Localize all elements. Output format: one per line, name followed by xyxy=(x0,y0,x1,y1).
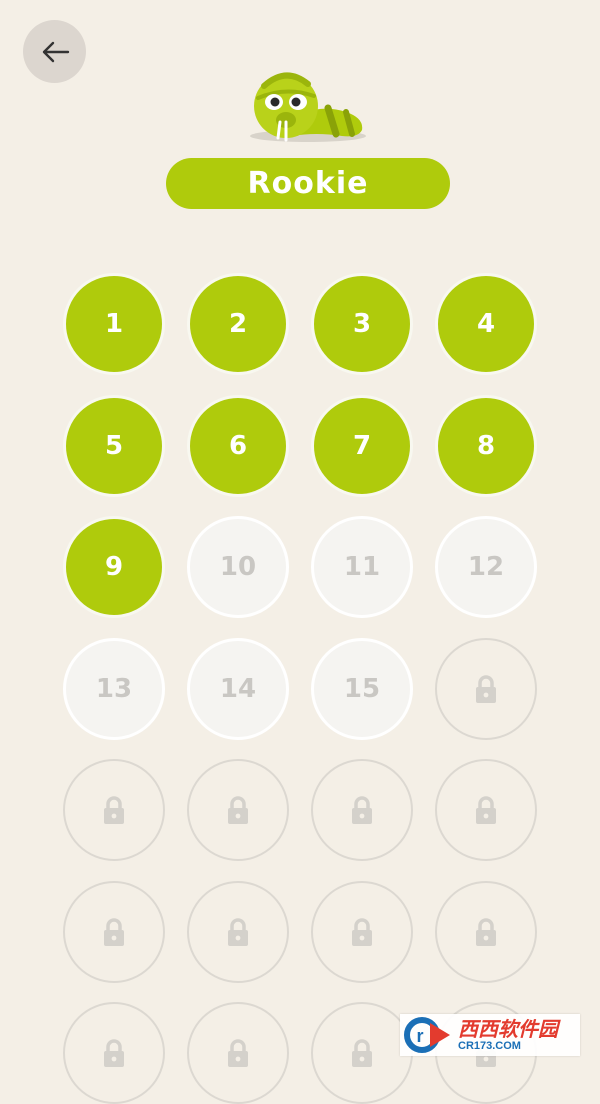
level-button-locked[interactable] xyxy=(435,759,537,861)
level-button-locked[interactable] xyxy=(63,880,165,983)
level-button-4[interactable]: 4 xyxy=(435,273,537,375)
watermark-url: CR173.COM xyxy=(458,1039,521,1052)
level-number: 8 xyxy=(476,430,496,461)
level-number: 5 xyxy=(104,430,124,461)
level-button-locked[interactable] xyxy=(187,880,289,983)
level-number: 13 xyxy=(95,673,133,704)
level-button-13[interactable]: 13 xyxy=(63,637,165,740)
level-number: 1 xyxy=(104,309,124,339)
watermark-mark-icon: r xyxy=(404,1017,450,1053)
level-button-11[interactable]: 11 xyxy=(311,516,413,618)
level-button-1[interactable]: 1 xyxy=(63,273,165,375)
watermark-brand: 西西软件园 xyxy=(458,1016,558,1041)
level-number: 9 xyxy=(104,552,124,582)
lock-icon xyxy=(104,917,124,946)
svg-text:r: r xyxy=(416,1026,423,1046)
lock-icon xyxy=(228,1039,248,1067)
level-number: 7 xyxy=(352,430,372,461)
lock-icon xyxy=(228,796,248,824)
lock-icon xyxy=(476,796,496,824)
level-button-6[interactable]: 6 xyxy=(187,394,289,497)
watermark-logo: r 西西软件园 CR173.COM xyxy=(400,1014,580,1056)
level-button-locked[interactable] xyxy=(435,880,537,983)
level-button-locked[interactable] xyxy=(311,759,413,861)
level-button-3[interactable]: 3 xyxy=(311,273,413,375)
level-button-14[interactable]: 14 xyxy=(187,637,289,740)
lock-icon xyxy=(352,1039,372,1067)
level-grid: 1 2 3 4 5 6 7 8 9 10 11 12 13 14 15 xyxy=(0,0,600,1104)
lock-icon xyxy=(104,1039,124,1067)
level-button-9[interactable]: 9 xyxy=(63,516,165,618)
level-button-locked[interactable] xyxy=(311,1002,413,1104)
level-button-locked[interactable] xyxy=(311,880,413,983)
level-button-5[interactable]: 5 xyxy=(63,394,165,497)
lock-icon xyxy=(476,674,496,703)
level-number: 12 xyxy=(467,552,505,582)
level-number: 4 xyxy=(476,309,496,339)
level-button-12[interactable]: 12 xyxy=(435,516,537,618)
level-number: 15 xyxy=(343,673,381,704)
level-number: 3 xyxy=(352,309,372,339)
level-button-locked[interactable] xyxy=(187,1002,289,1104)
level-number: 14 xyxy=(219,673,257,704)
level-button-locked[interactable] xyxy=(187,759,289,861)
level-number: 11 xyxy=(343,552,381,582)
level-button-7[interactable]: 7 xyxy=(311,394,413,497)
lock-icon xyxy=(352,796,372,824)
level-button-8[interactable]: 8 xyxy=(435,394,537,497)
level-button-15[interactable]: 15 xyxy=(311,637,413,740)
level-number: 2 xyxy=(228,309,248,339)
level-button-2[interactable]: 2 xyxy=(187,273,289,375)
level-number: 10 xyxy=(219,552,257,582)
level-button-locked[interactable] xyxy=(435,637,537,740)
lock-icon xyxy=(476,917,496,946)
lock-icon xyxy=(104,796,124,824)
lock-icon xyxy=(352,917,372,946)
lock-icon xyxy=(228,917,248,946)
level-button-locked[interactable] xyxy=(63,759,165,861)
level-button-locked[interactable] xyxy=(63,1002,165,1104)
level-button-10[interactable]: 10 xyxy=(187,516,289,618)
level-number: 6 xyxy=(228,430,248,461)
